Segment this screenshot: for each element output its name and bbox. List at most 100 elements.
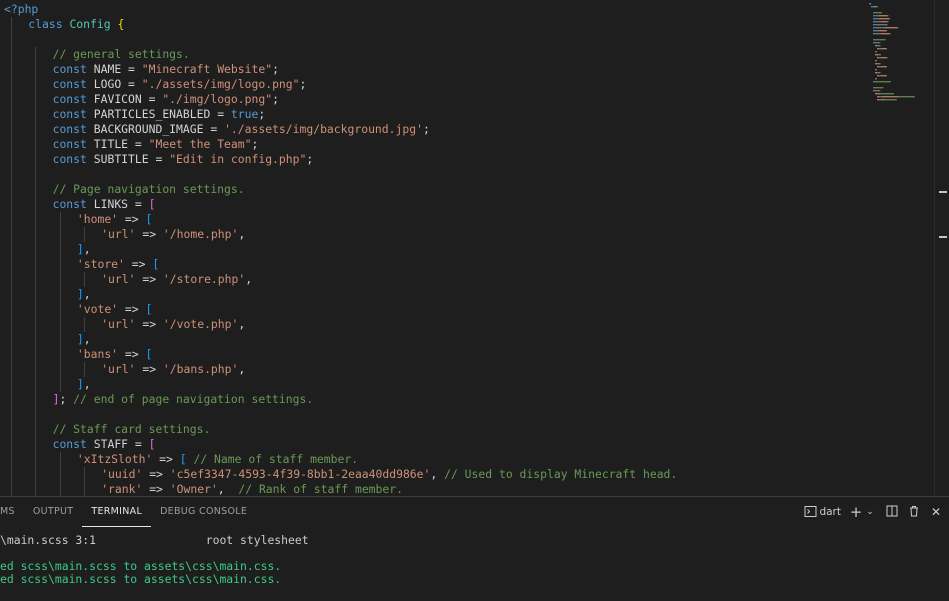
indent-guide [11, 482, 12, 496]
trash-icon[interactable] [907, 505, 921, 519]
code-token: LOGO = [93, 77, 142, 91]
code-line [0, 32, 860, 47]
code-line: const STAFF = [ [0, 437, 860, 452]
code-line: const PARTICLES_ENABLED = true; [0, 107, 860, 122]
minimap-line [876, 78, 877, 80]
code-text: 'xItzSloth' => [ // Name of staff member… [0, 452, 358, 466]
indent-guide [11, 302, 12, 317]
code-text: const PARTICLES_ENABLED = true; [0, 107, 266, 121]
tab-terminal[interactable]: TERMINAL [82, 497, 152, 527]
code-token: 'url' [101, 272, 136, 286]
minimap-line [877, 48, 880, 50]
minimap-line [877, 66, 880, 68]
indent-guide [11, 197, 12, 212]
minimap-line [871, 6, 874, 8]
minimap-line [875, 72, 878, 74]
indent-guide [59, 227, 61, 242]
minimap-line [881, 66, 886, 68]
minimap[interactable] [867, 0, 927, 120]
indent-guide [59, 317, 61, 332]
minimap-line [877, 45, 880, 47]
minimap-line [875, 78, 876, 80]
minimap-line [869, 3, 872, 5]
indent-guide [59, 347, 61, 362]
minimap-line [898, 96, 900, 98]
indent-guide [11, 62, 12, 77]
minimap-line [875, 24, 885, 26]
code-text: const BACKGROUND_IMAGE = './assets/img/b… [0, 122, 430, 136]
terminal-output[interactable]: \main.scss 3:1 root stylesheet ed scss\ma… [0, 534, 309, 586]
chevron-down-icon[interactable]: ⌄ [863, 505, 877, 519]
minimap-line [899, 96, 915, 98]
indent-guide [11, 467, 12, 482]
tab-ms[interactable]: MS [0, 497, 24, 527]
code-text: ], [0, 287, 91, 301]
minimap-line [879, 96, 882, 98]
indent-guide [59, 257, 61, 272]
vertical-scrollbar[interactable] [934, 0, 949, 496]
code-token: , [83, 332, 91, 346]
code-token: const [52, 77, 94, 91]
code-token: SUBTITLE = [93, 152, 170, 166]
code-token: [ [152, 257, 160, 271]
code-token: 'url' [101, 317, 136, 331]
indent-guide [11, 257, 12, 272]
code-token: './assets/img/background.jpg' [224, 122, 423, 136]
code-token: // Page navigation settings. [52, 182, 245, 196]
code-token: BACKGROUND_IMAGE = [93, 122, 225, 136]
indent-guide [11, 347, 12, 362]
indent-guide [11, 47, 12, 62]
indent-guide [11, 362, 12, 377]
terminal-line: \main.scss 3:1 root stylesheet [0, 533, 309, 547]
code-text: 'vote' => [ [0, 302, 152, 316]
code-token: => [118, 347, 146, 361]
code-token: [ [145, 302, 153, 316]
indent-guide [35, 122, 37, 137]
code-token: => [118, 302, 146, 316]
code-editor[interactable]: <?php class Config {// general settings. c… [0, 0, 949, 496]
terminal-icon[interactable] [803, 505, 817, 519]
indent-guide [35, 167, 37, 182]
indent-guide [35, 482, 37, 496]
minimap-line [879, 63, 881, 65]
code-token: , [83, 377, 91, 391]
code-text: // Staff card settings. [0, 422, 211, 436]
plus-icon[interactable]: + [849, 505, 863, 520]
minimap-line [877, 63, 880, 65]
code-token: "Minecraft Website" [141, 62, 273, 76]
indent-guide [35, 92, 37, 107]
minimap-line [886, 99, 897, 101]
indent-guide [35, 242, 37, 257]
indent-guide [35, 212, 37, 227]
code-token: ; [258, 107, 266, 121]
minimap-line [873, 12, 882, 14]
code-token: 'c5ef3347-4593-4f39-8bb1-2eaa40dd986e' [169, 467, 431, 481]
code-token: => [124, 257, 153, 271]
code-token: ; [272, 62, 279, 76]
code-token: const [52, 92, 94, 106]
indent-guide [11, 107, 12, 122]
code-token: 'vote' [76, 302, 119, 316]
code-text: 'bans' => [ [0, 347, 152, 361]
indent-guide [35, 452, 37, 467]
minimap-line [880, 33, 890, 35]
tab-debug-console[interactable]: DEBUG CONSOLE [151, 497, 256, 527]
tab-output[interactable]: OUTPUT [24, 497, 83, 527]
indent-guide [11, 332, 12, 347]
minimap-line [875, 81, 891, 83]
code-text: // Page navigation settings. [0, 182, 245, 196]
close-icon[interactable]: ✕ [929, 505, 943, 519]
minimap-line [881, 57, 887, 59]
minimap-line [887, 21, 889, 23]
code-token: , [83, 242, 91, 256]
code-token: => [135, 227, 163, 241]
code-text: 'home' => [ [0, 212, 152, 226]
split-icon[interactable] [885, 505, 899, 519]
indent-guide [35, 317, 37, 332]
shell-label[interactable]: dart [819, 506, 841, 518]
code-lines[interactable]: <?php class Config {// general settings. c… [0, 2, 860, 496]
code-line: const TITLE = "Meet the Team"; [0, 137, 860, 152]
code-token: => [118, 212, 146, 226]
code-line: 'uuid' => 'c5ef3347-4593-4f39-8bb1-2eaa4… [0, 467, 860, 482]
